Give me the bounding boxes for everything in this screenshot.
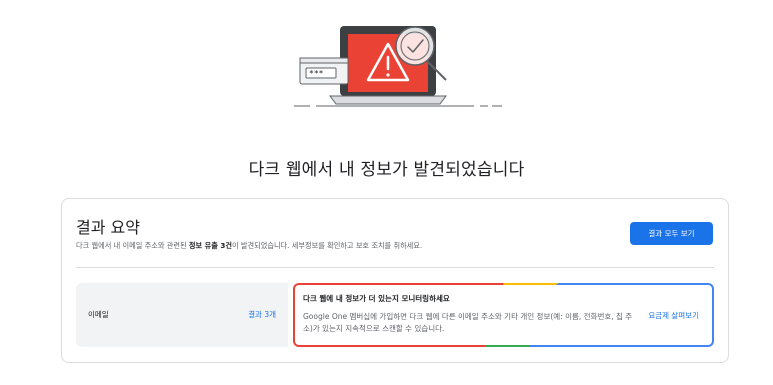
divider bbox=[76, 267, 714, 268]
result-count: 결과 3개 bbox=[248, 310, 276, 319]
summary-desc-bold: 정보 유출 3건 bbox=[188, 241, 232, 250]
result-row-email[interactable]: 이메일 결과 3개 bbox=[76, 283, 288, 347]
promo-text: Google One 멤버십에 가입하면 다크 웹에 다른 이메일 주소와 기타… bbox=[303, 312, 633, 333]
promo-title: 다크 웹에 내 정보가 더 있는지 모니터링하세요 bbox=[303, 294, 450, 303]
dark-web-alert-illustration: *** bbox=[294, 26, 502, 107]
summary-desc-suffix: 이 발견되었습니다. 세부정보를 확인하고 보호 조치를 취하세요. bbox=[231, 241, 423, 250]
svg-text:***: *** bbox=[309, 69, 324, 78]
page-title: 다크 웹에서 내 정보가 발견되었습니다 bbox=[248, 160, 525, 180]
summary-title: 결과 요약 bbox=[76, 218, 140, 237]
password-field-icon: *** bbox=[299, 57, 349, 85]
hero-illustration: *** bbox=[0, 0, 773, 140]
results-summary-card: 결과 요약 다크 웹에서 내 이메일 주소와 관련된 정보 유출 3건이 발견되… bbox=[61, 198, 729, 363]
result-label: 이메일 bbox=[88, 310, 109, 319]
explore-plans-link[interactable]: 요금제 살펴보기 bbox=[648, 310, 699, 321]
view-all-results-button[interactable]: 결과 모두 보기 bbox=[630, 222, 713, 245]
summary-desc-prefix: 다크 웹에서 내 이메일 주소와 관련된 bbox=[76, 241, 189, 250]
summary-description: 다크 웹에서 내 이메일 주소와 관련된 정보 유출 3건이 발견되었습니다. … bbox=[76, 241, 422, 251]
monitoring-promo: 다크 웹에 내 정보가 더 있는지 모니터링하세요 Google One 멤버십… bbox=[293, 283, 714, 347]
